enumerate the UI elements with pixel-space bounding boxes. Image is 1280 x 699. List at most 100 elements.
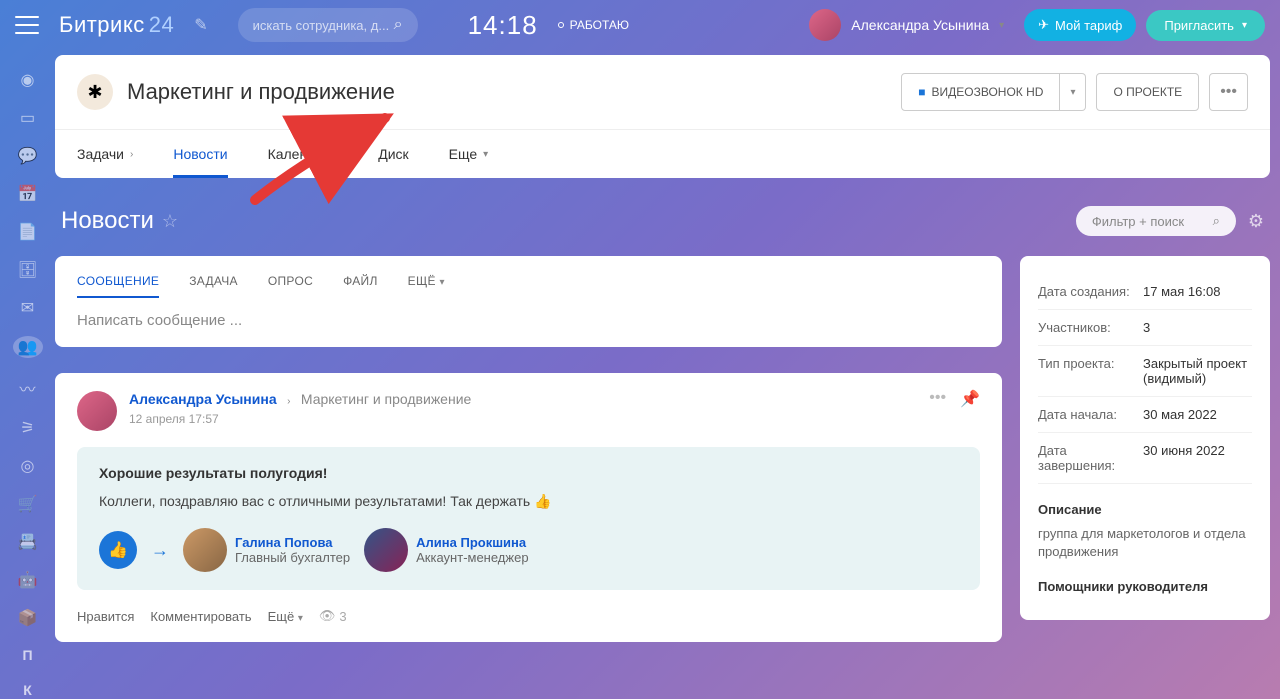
feed-post: ••• 📌 Александра Усынина › Маркетинг и п… [55,373,1002,642]
main-area: ✱ Маркетинг и продвижение ■ ВИДЕОЗВОНОК … [55,55,1270,699]
person-name: Алина Прокшина [416,535,528,550]
logo[interactable]: Битрикс24 [59,12,174,38]
sidebar-drive-icon[interactable]: 🗄 [16,260,40,280]
user-menu[interactable]: Александра Усынина ▾ [809,9,1004,41]
like-badge[interactable]: 👍 [99,531,137,569]
more-action[interactable]: Ещё ▾ [268,609,303,624]
project-actions: ■ ВИДЕОЗВОНОК HD ▾ О ПРОЕКТЕ ••• [901,73,1248,111]
sidebar-contact-icon[interactable]: 📇 [16,532,40,552]
post-body: Хорошие результаты полугодия! Коллеги, п… [77,447,980,590]
chevron-right-icon: › [130,149,133,160]
invite-button[interactable]: Пригласить ▾ [1146,10,1265,41]
info-row: Тип проекта:Закрытый проект (видимый) [1038,346,1252,397]
like-action[interactable]: Нравится [77,609,134,624]
video-call-dropdown[interactable]: ▾ [1060,73,1086,111]
tariff-button[interactable]: ✈ Мой тариф [1024,9,1136,41]
compose-tab-task[interactable]: ЗАДАЧА [189,274,238,298]
post-actions: ••• 📌 [929,389,980,409]
sidebar-card-icon[interactable]: ▭ [16,108,40,128]
more-actions-button[interactable]: ••• [1209,73,1248,111]
compose-tabs: СООБЩЕНИЕ ЗАДАЧА ОПРОС ФАЙЛ ЕЩЁ ▾ [77,274,980,298]
post-footer: Нравится Комментировать Ещё ▾ 👁3 [77,608,980,624]
tab-disk[interactable]: Диск [378,130,408,178]
work-status[interactable]: РАБОТАЮ [558,18,629,32]
chevron-down-icon: ▾ [999,20,1004,31]
sidebar-sign-icon[interactable]: 〰 [16,376,40,400]
sidebar-cart-icon[interactable]: 🛒 [16,494,40,514]
info-row: Участников:3 [1038,310,1252,346]
info-column: Дата создания:17 мая 16:08 Участников:3 … [1020,256,1270,642]
tab-calendar[interactable]: Календарь [268,130,339,178]
search-icon: ⌕ [1213,213,1220,229]
menu-icon[interactable] [15,16,39,34]
video-label: ВИДЕОЗВОНОК HD [932,85,1044,99]
compose-tab-file[interactable]: ФАЙЛ [343,274,378,298]
logo-number: 24 [149,12,174,37]
page-title: Новости [61,207,154,235]
post-people: 👍 → Галина Попова Главный бухгалтер [99,528,958,572]
post-header: Александра Усынина › Маркетинг и продвиж… [77,391,980,431]
sidebar-p-icon[interactable]: П [16,646,40,664]
project-icon: ✱ [77,74,113,110]
sidebar-android-icon[interactable]: 🤖 [16,570,40,590]
post-more-icon[interactable]: ••• [929,389,946,409]
tab-more[interactable]: Еще▾ [449,130,489,178]
project-info-card: Дата создания:17 мая 16:08 Участников:3 … [1020,256,1270,620]
sidebar-chat-icon[interactable]: 💬 [16,146,40,166]
info-row: Дата завершения:30 июня 2022 [1038,433,1252,484]
search-icon: ⌕ [394,16,403,34]
sidebar-groups-icon[interactable]: 👥 [13,336,43,358]
post-time: 12 апреля 17:57 [129,412,471,426]
video-call-button[interactable]: ■ ВИДЕОЗВОНОК HD [901,73,1060,111]
compose-tab-poll[interactable]: ОПРОС [268,274,313,298]
views-count: 👁3 [319,608,347,624]
compose-tab-more[interactable]: ЕЩЁ ▾ [408,274,445,298]
project-header: ✱ Маркетинг и продвижение ■ ВИДЕОЗВОНОК … [55,55,1270,129]
sidebar-calendar-icon[interactable]: 📅 [16,184,40,204]
person-2[interactable]: Алина Прокшина Аккаунт-менеджер [364,528,528,572]
left-sidebar: ◉ ▭ 💬 📅 📄 🗄 ✉ 👥 〰 ⚞ ◎ 🛒 📇 🤖 📦 П К [0,50,55,699]
search-input[interactable] [253,18,394,33]
user-name: Александра Усынина [851,17,989,33]
post-title: Хорошие результаты полугодия! [99,465,958,481]
person-name: Галина Попова [235,535,350,550]
sidebar-target-icon[interactable]: ◎ [16,456,40,476]
sidebar-k-icon[interactable]: К [16,681,40,699]
pin-icon[interactable]: 📌 [960,389,980,409]
post-author[interactable]: Александра Усынина [129,391,277,407]
info-description: Описание группа для маркетологов и отдел… [1038,502,1252,561]
about-label: О ПРОЕКТЕ [1113,85,1182,99]
about-project-button[interactable]: О ПРОЕКТЕ [1096,73,1199,111]
global-search[interactable]: ⌕ [238,8,418,42]
post-text: Коллеги, поздравляю вас с отличными резу… [99,493,958,510]
tab-tasks[interactable]: Задачи› [77,130,133,178]
sidebar-filter-icon[interactable]: ⚞ [16,418,40,438]
chevron-down-icon: ▾ [1242,20,1247,31]
edit-icon[interactable]: ✎ [194,15,207,35]
sidebar-copilot-icon[interactable]: ◉ [16,70,40,90]
topbar: Битрикс24 ✎ ⌕ 14:18 РАБОТАЮ Александра У… [0,0,1280,50]
tab-news[interactable]: Новости [173,130,227,178]
project-tabs: Задачи› Новости Календарь Диск Еще▾ [55,129,1270,178]
person-role: Главный бухгалтер [235,550,350,565]
post-group[interactable]: Маркетинг и продвижение [301,391,471,407]
person-1[interactable]: Галина Попова Главный бухгалтер [183,528,350,572]
avatar [77,391,117,431]
sidebar-doc-icon[interactable]: 📄 [16,222,40,242]
gear-icon[interactable]: ⚙ [1248,211,1264,232]
logo-text: Битрикс [59,12,145,37]
comment-action[interactable]: Комментировать [150,609,251,624]
filter-search[interactable]: Фильтр + поиск ⌕ [1076,206,1236,236]
compose-input[interactable]: Написать сообщение ... [77,312,980,329]
compose-tab-message[interactable]: СООБЩЕНИЕ [77,274,159,298]
sidebar-box-icon[interactable]: 📦 [16,608,40,628]
filter-placeholder: Фильтр + поиск [1092,214,1213,229]
info-assistants: Помощники руководителя [1038,579,1252,594]
star-icon[interactable]: ☆ [162,211,178,232]
page-title-row: Новости ☆ Фильтр + поиск ⌕ ⚙ [55,206,1270,236]
clock: 14:18 [468,10,538,41]
chevron-down-icon: ▾ [483,149,488,160]
tariff-label: Мой тариф [1055,18,1122,33]
arrow-right-icon: → [151,540,169,561]
sidebar-mail-icon[interactable]: ✉ [16,298,40,318]
